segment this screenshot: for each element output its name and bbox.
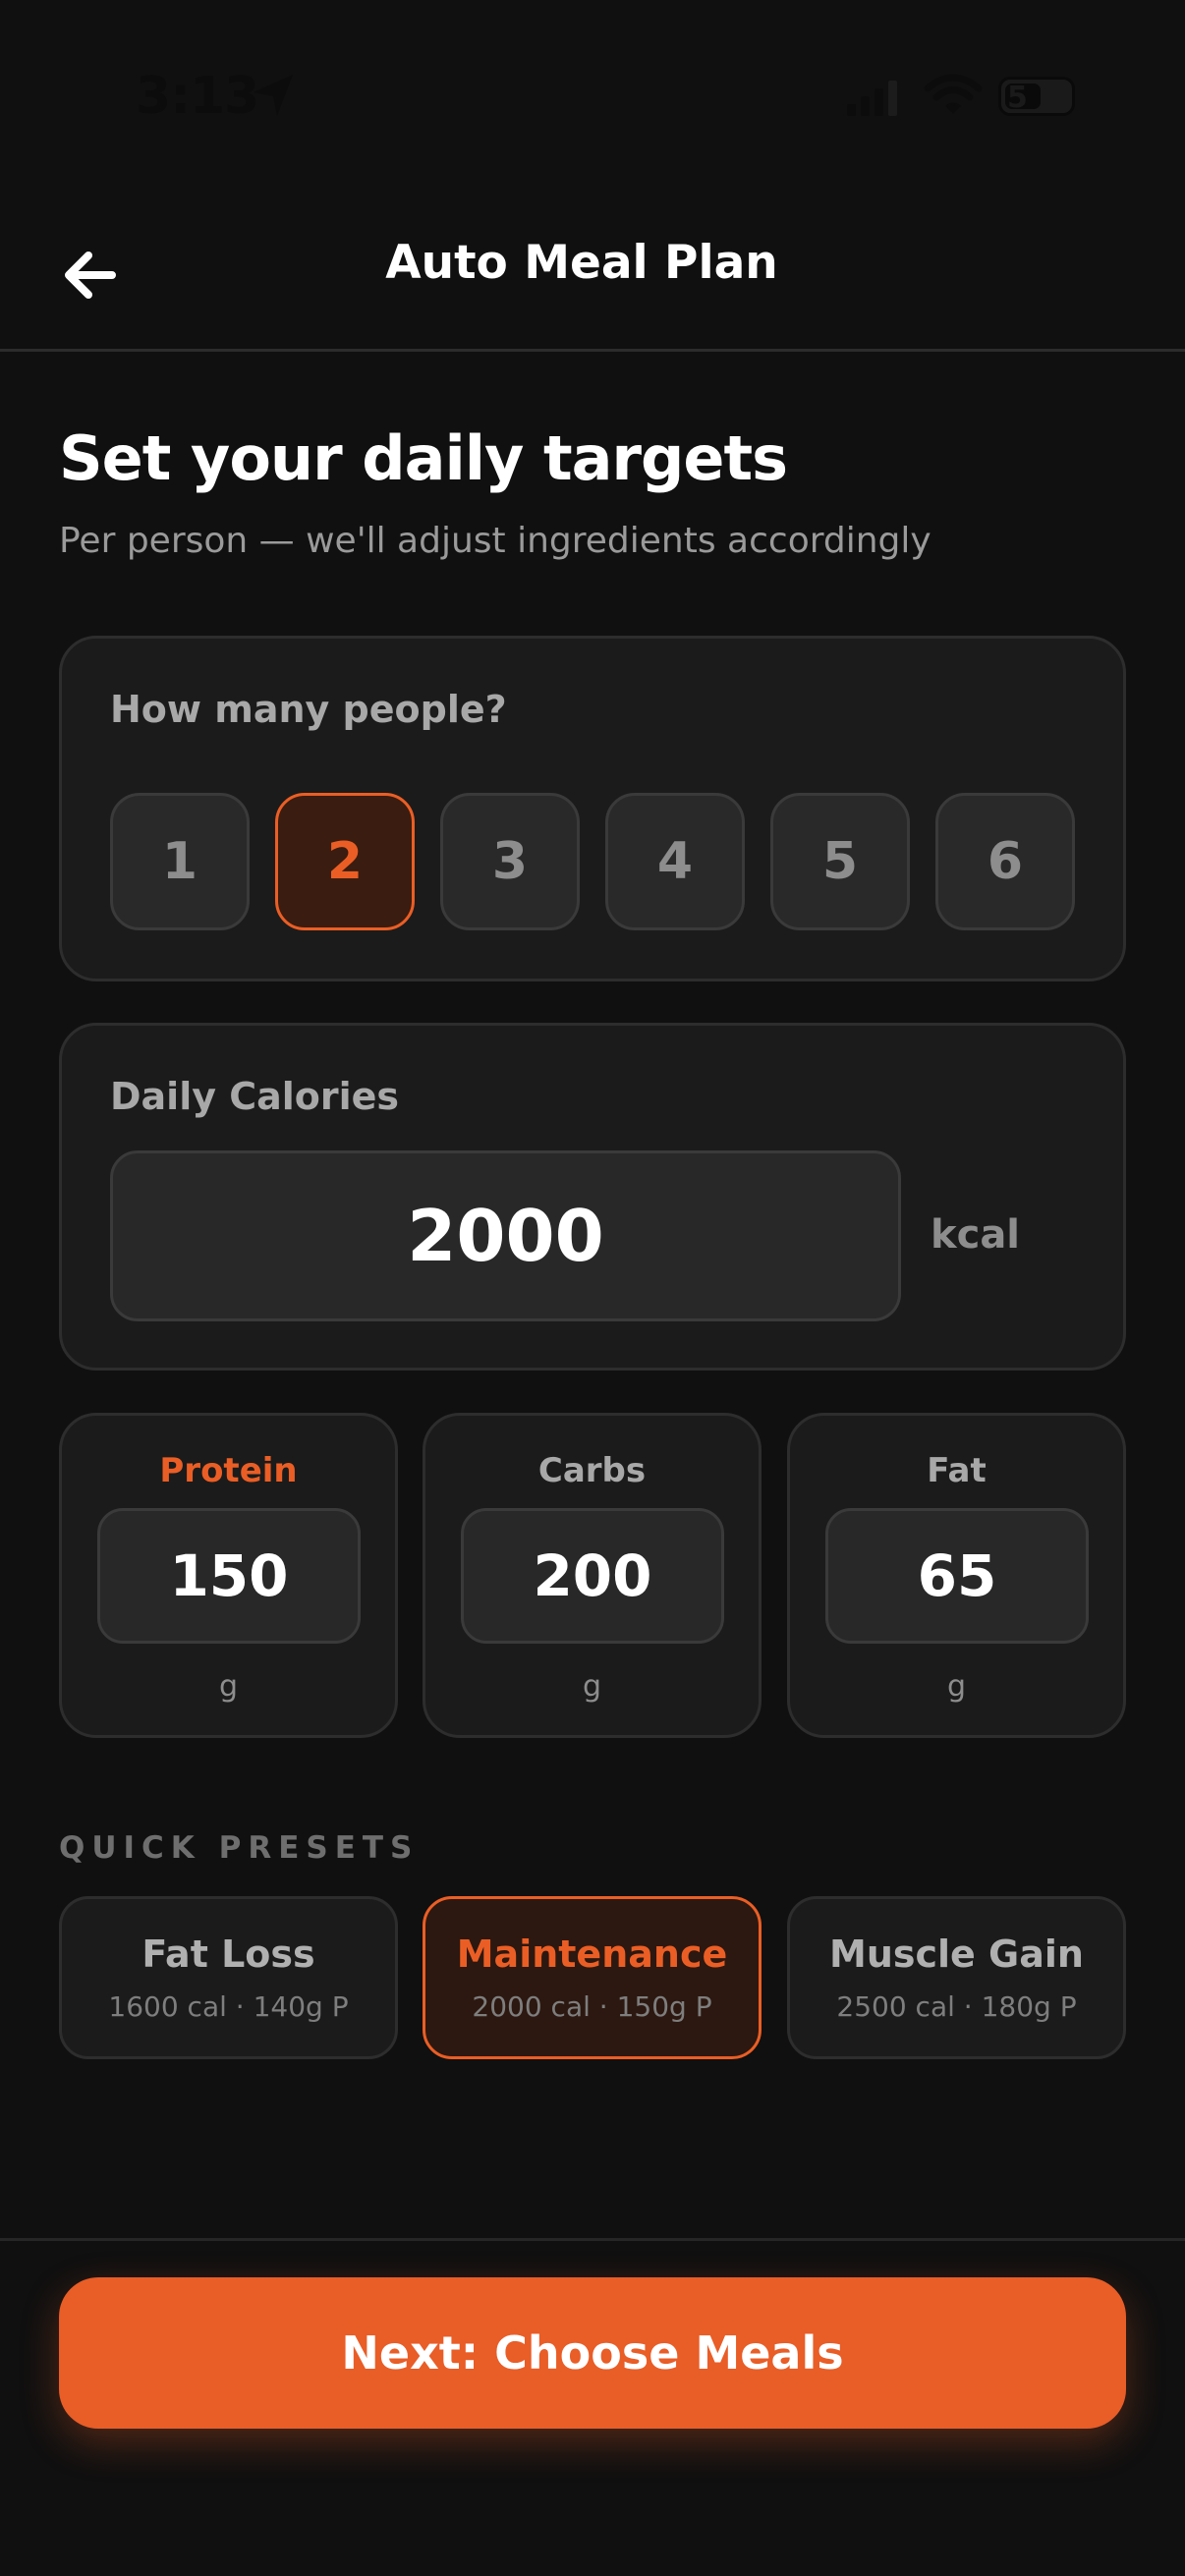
people-option-3[interactable]: 3 xyxy=(440,793,580,930)
footer-divider xyxy=(0,2238,1185,2241)
status-time: 3:13 xyxy=(136,67,259,126)
page-title: Auto Meal Plan xyxy=(385,236,778,290)
people-card: How many people? 1 2 3 4 5 6 xyxy=(59,636,1126,981)
people-option-2[interactable]: 2 xyxy=(275,793,415,930)
carbs-unit: g xyxy=(582,1669,602,1704)
carbs-card: Carbs 200 g xyxy=(423,1413,762,1738)
people-option-4[interactable]: 4 xyxy=(605,793,745,930)
section-subtitle: Per person — we'll adjust ingredients ac… xyxy=(59,521,931,561)
header: Auto Meal Plan xyxy=(0,196,1185,352)
fat-input[interactable]: 65 xyxy=(825,1508,1089,1644)
protein-label: Protein xyxy=(159,1451,298,1490)
people-option-5[interactable]: 5 xyxy=(770,793,910,930)
wifi-icon xyxy=(924,74,983,114)
preset-fat-loss[interactable]: Fat Loss 1600 cal · 140g P xyxy=(59,1896,398,2059)
presets-heading: QUICK PRESETS xyxy=(59,1830,420,1866)
preset-maintenance[interactable]: Maintenance 2000 cal · 150g P xyxy=(423,1896,762,2059)
preset-name: Fat Loss xyxy=(141,1932,315,1976)
preset-detail: 2000 cal · 150g P xyxy=(472,1990,712,2023)
calories-input[interactable]: 2000 xyxy=(110,1150,901,1321)
preset-muscle-gain[interactable]: Muscle Gain 2500 cal · 180g P xyxy=(787,1896,1126,2059)
fat-label: Fat xyxy=(927,1451,987,1490)
battery-icon: 5 xyxy=(998,77,1075,116)
preset-detail: 1600 cal · 140g P xyxy=(108,1990,349,2023)
carbs-label: Carbs xyxy=(537,1451,647,1490)
people-option-1[interactable]: 1 xyxy=(110,793,250,930)
fat-card: Fat 65 g xyxy=(787,1413,1126,1738)
protein-unit: g xyxy=(218,1669,239,1704)
people-option-6[interactable]: 6 xyxy=(935,793,1075,930)
preset-detail: 2500 cal · 180g P xyxy=(836,1990,1077,2023)
preset-name: Maintenance xyxy=(456,1932,728,1976)
next-button[interactable]: Next: Choose Meals xyxy=(59,2277,1126,2429)
status-bar: 3:13 5 xyxy=(0,0,1185,196)
protein-card: Protein 150 g xyxy=(59,1413,398,1738)
signal-bars-icon xyxy=(847,81,897,116)
section-title: Set your daily targets xyxy=(59,422,788,494)
people-selector: 1 2 3 4 5 6 xyxy=(110,793,1078,930)
preset-name: Muscle Gain xyxy=(829,1932,1084,1976)
calories-card: Daily Calories 2000 kcal xyxy=(59,1023,1126,1371)
calories-label: Daily Calories xyxy=(110,1075,400,1118)
battery-level: 5 xyxy=(1007,81,1028,115)
protein-input[interactable]: 150 xyxy=(97,1508,361,1644)
location-arrow-icon xyxy=(254,75,293,116)
carbs-input[interactable]: 200 xyxy=(461,1508,724,1644)
people-label: How many people? xyxy=(110,688,507,731)
fat-unit: g xyxy=(946,1669,967,1704)
calories-unit: kcal xyxy=(931,1212,1021,1258)
